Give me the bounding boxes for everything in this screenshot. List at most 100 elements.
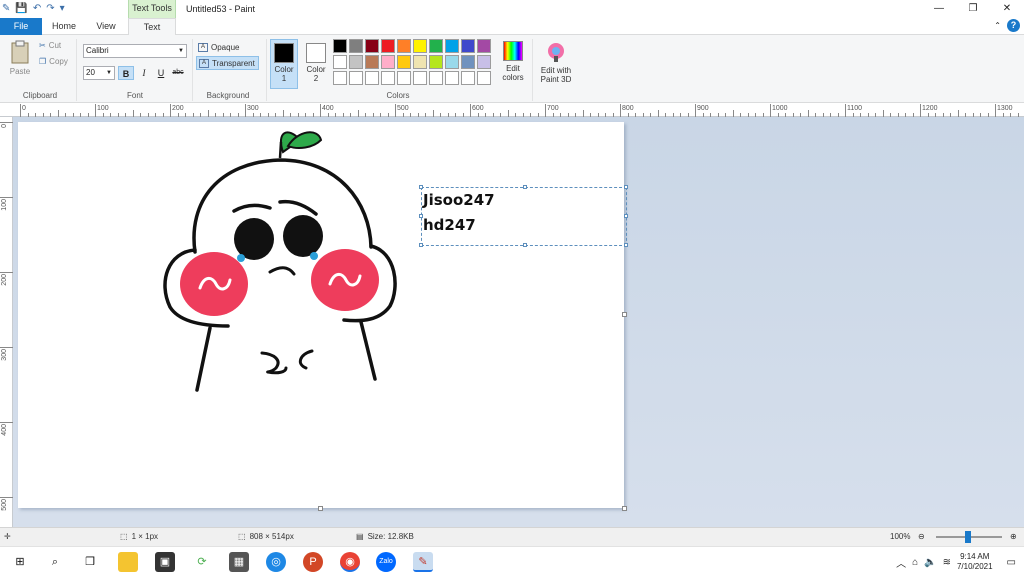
palette-color-swatch[interactable] (429, 71, 443, 85)
tab-file[interactable]: File (0, 18, 42, 35)
palette-color-swatch[interactable] (397, 71, 411, 85)
help-icon[interactable]: ? (1007, 19, 1020, 32)
clipboard-group-label: Clipboard (22, 91, 58, 100)
wifi-icon[interactable]: ≋ (943, 557, 951, 568)
palette-color-swatch[interactable] (349, 39, 363, 53)
tab-view[interactable]: View (86, 18, 126, 35)
text-edit-box[interactable]: Jisoo247 hd247 (419, 185, 628, 247)
edit-colors-button[interactable]: Edit colors (498, 39, 528, 82)
canvas-resize-handle-bottom[interactable] (318, 506, 323, 511)
canvas-resize-handle-corner[interactable] (622, 506, 627, 511)
show-hidden-icons-icon[interactable]: ︿ (896, 555, 906, 570)
textbox-handle[interactable] (523, 185, 527, 189)
chrome-icon[interactable]: ◉ (340, 552, 360, 572)
windows-start-icon[interactable]: ⊞ (10, 552, 30, 572)
underline-button[interactable]: U (153, 66, 169, 80)
strikethrough-button[interactable]: abc (170, 66, 186, 80)
text-line-1[interactable]: Jisoo247 (422, 188, 626, 213)
palette-color-swatch[interactable] (381, 39, 395, 53)
zoom-in-icon[interactable]: ⊕ (1010, 528, 1017, 546)
network-icon[interactable]: ⌂ (912, 557, 918, 568)
palette-color-swatch[interactable] (445, 55, 459, 69)
edit-with-paint3d-button[interactable]: Edit with Paint 3D (535, 39, 577, 84)
textbox-handle[interactable] (523, 243, 527, 247)
canvas-resize-handle-right[interactable] (622, 312, 627, 317)
palette-color-swatch[interactable] (445, 71, 459, 85)
palette-color-swatch[interactable] (397, 39, 411, 53)
ruler-minor-tick (57, 110, 59, 117)
paste-button[interactable]: Paste (6, 39, 34, 76)
tab-home[interactable]: Home (42, 18, 86, 35)
color1-selector[interactable]: Color 1 (270, 39, 298, 89)
blue-app-icon[interactable]: ◎ (266, 552, 286, 572)
palette-color-swatch[interactable] (397, 55, 411, 69)
redo-icon[interactable]: ↷ (46, 0, 54, 18)
close-button[interactable]: ✕ (990, 0, 1024, 18)
paint-taskbar-icon[interactable]: ✎ (413, 552, 433, 572)
text-line-2[interactable]: hd247 (422, 213, 626, 238)
palette-color-swatch[interactable] (477, 55, 491, 69)
zalo-icon[interactable]: Zalo (376, 552, 396, 572)
textbox-handle[interactable] (624, 214, 628, 218)
palette-color-swatch[interactable] (381, 55, 395, 69)
palette-color-swatch[interactable] (461, 39, 475, 53)
paste-icon (11, 40, 29, 64)
palette-color-swatch[interactable] (365, 39, 379, 53)
textbox-handle[interactable] (624, 243, 628, 247)
palette-color-swatch[interactable] (333, 71, 347, 85)
zoom-out-icon[interactable]: ⊖ (918, 528, 925, 546)
notifications-icon[interactable]: ▭ (1007, 557, 1016, 568)
collapse-ribbon-icon[interactable]: ⌃ (994, 21, 1001, 30)
copy-button[interactable]: ❐ Copy (39, 57, 68, 66)
cut-button[interactable]: ✂ Cut (39, 41, 61, 50)
transparent-option[interactable]: A Transparent (196, 56, 259, 70)
undo-icon[interactable]: ↶ (33, 0, 41, 18)
textbox-handle[interactable] (624, 185, 628, 189)
font-size-select[interactable]: 20 ▼ (83, 66, 115, 80)
italic-button[interactable]: I (136, 66, 152, 80)
bold-button[interactable]: B (118, 66, 134, 80)
clock[interactable]: 9:14 AM 7/10/2021 (957, 552, 993, 572)
search-icon[interactable]: ⌕ (45, 552, 65, 572)
paint-app-icon[interactable]: ✎ (2, 0, 10, 18)
textbox-handle[interactable] (419, 185, 423, 189)
palette-color-swatch[interactable] (477, 71, 491, 85)
palette-color-swatch[interactable] (349, 71, 363, 85)
palette-color-swatch[interactable] (365, 55, 379, 69)
save-icon[interactable]: 💾 (15, 0, 27, 18)
palette-color-swatch[interactable] (477, 39, 491, 53)
zoom-slider-thumb[interactable] (965, 531, 971, 543)
palette-color-swatch[interactable] (413, 71, 427, 85)
textbox-handle[interactable] (419, 214, 423, 218)
palette-color-swatch[interactable] (429, 55, 443, 69)
palette-color-swatch[interactable] (413, 39, 427, 53)
store-icon[interactable]: ▣ (155, 552, 175, 572)
restore-button[interactable]: ❐ (956, 0, 990, 18)
palette-color-swatch[interactable] (333, 39, 347, 53)
palette-color-swatch[interactable] (381, 71, 395, 85)
palette-color-swatch[interactable] (461, 55, 475, 69)
palette-color-swatch[interactable] (429, 39, 443, 53)
drawing-canvas[interactable] (18, 122, 627, 511)
color2-selector[interactable]: Color 2 (302, 39, 330, 89)
textbox-handle[interactable] (419, 243, 423, 247)
app-green-icon[interactable]: ⟳ (192, 552, 212, 572)
tab-text[interactable]: Text (128, 18, 176, 36)
palette-color-swatch[interactable] (413, 55, 427, 69)
task-view-icon[interactable]: ❒ (80, 552, 100, 572)
file-explorer-icon[interactable] (118, 552, 138, 572)
font-family-select[interactable]: Calibri ▼ (83, 44, 187, 58)
palette-color-swatch[interactable] (365, 71, 379, 85)
minimize-button[interactable]: — (922, 0, 956, 18)
palette-color-swatch[interactable] (349, 55, 363, 69)
chevron-down-icon: ▼ (106, 70, 112, 76)
opaque-option[interactable]: A Opaque (196, 40, 242, 54)
palette-color-swatch[interactable] (445, 39, 459, 53)
customize-qat-icon[interactable]: ▾ (60, 0, 65, 18)
palette-color-swatch[interactable] (333, 55, 347, 69)
palette-color-swatch[interactable] (461, 71, 475, 85)
volume-icon[interactable]: 🔈 (924, 557, 936, 568)
calculator-icon[interactable]: ▦ (229, 552, 249, 572)
powerpoint-icon[interactable]: P (303, 552, 323, 572)
ruler-minor-tick (282, 110, 284, 117)
